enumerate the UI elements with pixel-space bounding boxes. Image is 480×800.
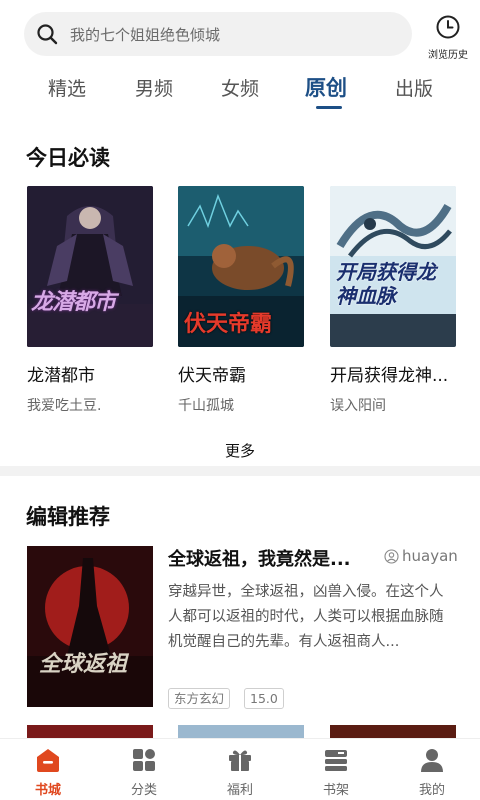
next-book-cover: [27, 725, 153, 739]
history-button[interactable]: 浏览历史: [420, 14, 476, 61]
book-card[interactable]: 伏天帝霸 伏天帝霸 千山孤城: [178, 186, 304, 415]
top-bar: 我的七个姐姐绝色倾城 浏览历史: [0, 0, 480, 64]
active-tab-indicator: [316, 106, 342, 109]
tab-featured[interactable]: 精选: [48, 74, 86, 101]
tab-original[interactable]: 原创: [305, 72, 347, 102]
tab-female[interactable]: 女频: [221, 74, 259, 101]
rec-author-name: huayan: [402, 547, 458, 565]
user-icon: [417, 745, 447, 775]
rec-book-author: huayan: [384, 547, 458, 565]
cover-title-text: 龙潜都市: [31, 290, 116, 315]
search-placeholder: 我的七个姐姐绝色倾城: [70, 25, 221, 44]
book-card[interactable]: 龙潜都市 龙潜都市 我爱吃土豆.: [27, 186, 153, 415]
next-book-cover: [330, 725, 456, 739]
book-author: 千山孤城: [178, 398, 234, 414]
rec-book-description: 穿越异世，全球返祖，凶兽入侵。在这个人人都可以返祖的时代，人类可以根据血脉随机觉…: [168, 584, 444, 650]
home-icon: [33, 745, 63, 775]
book-cover: 龙潜都市: [27, 186, 153, 347]
tab-publish[interactable]: 出版: [395, 74, 433, 101]
nav-bookshelf[interactable]: 书架: [306, 745, 366, 798]
nav-bookstore[interactable]: 书城: [18, 745, 78, 798]
gift-icon: [225, 745, 255, 775]
bookshelf-icon: [321, 745, 351, 775]
next-book-cover: [178, 725, 304, 739]
nav-welfare[interactable]: 福利: [210, 745, 270, 798]
nav-label: 我的: [418, 783, 445, 798]
book-title: 龙潜都市: [27, 366, 95, 386]
history-label: 浏览历史: [428, 50, 468, 61]
cover-title-text: 伏天帝霸: [184, 312, 273, 337]
editor-section-title: 编辑推荐: [26, 505, 110, 529]
search-icon: [24, 12, 70, 56]
today-section-title: 今日必读: [26, 146, 110, 170]
grid-icon: [129, 745, 159, 775]
cover-title-text: 全球返祖: [39, 652, 128, 677]
book-title: 开局获得龙神...: [330, 366, 449, 386]
nav-label: 福利: [226, 783, 253, 798]
nav-label: 书城: [34, 783, 61, 798]
nav-label: 书架: [322, 783, 349, 798]
rec-book-title[interactable]: 全球返祖，我竟然是...: [168, 545, 351, 571]
book-cover: 开局获得龙神血脉: [330, 186, 456, 347]
book-author: 我爱吃土豆.: [27, 398, 102, 414]
cover-title-text: 开局获得龙神血脉: [336, 260, 436, 308]
rating-tag: 15.0: [244, 688, 284, 709]
more-button[interactable]: 更多: [0, 440, 480, 461]
section-divider: [0, 466, 480, 476]
genre-tag: 东方玄幻: [168, 688, 231, 709]
channel-tabs: 精选 男频 女频 原创 出版: [0, 66, 480, 112]
nav-label: 分类: [130, 783, 157, 798]
tab-male[interactable]: 男频: [135, 74, 173, 101]
book-title: 伏天帝霸: [178, 366, 246, 386]
book-card[interactable]: 开局获得龙神血脉 开局获得龙神... 误入阳间: [330, 186, 456, 415]
book-author: 误入阳间: [330, 398, 386, 414]
book-cover: 伏天帝霸: [178, 186, 304, 347]
nav-mine[interactable]: 我的: [402, 745, 462, 798]
search-bar[interactable]: 我的七个姐姐绝色倾城: [24, 12, 412, 56]
bottom-nav: 书城 分类 福利 书架 我的: [0, 738, 480, 800]
clock-icon: [435, 14, 461, 44]
nav-category[interactable]: 分类: [114, 745, 174, 798]
author-icon: [384, 548, 399, 564]
rec-book-cover[interactable]: 全球返祖: [27, 546, 153, 707]
